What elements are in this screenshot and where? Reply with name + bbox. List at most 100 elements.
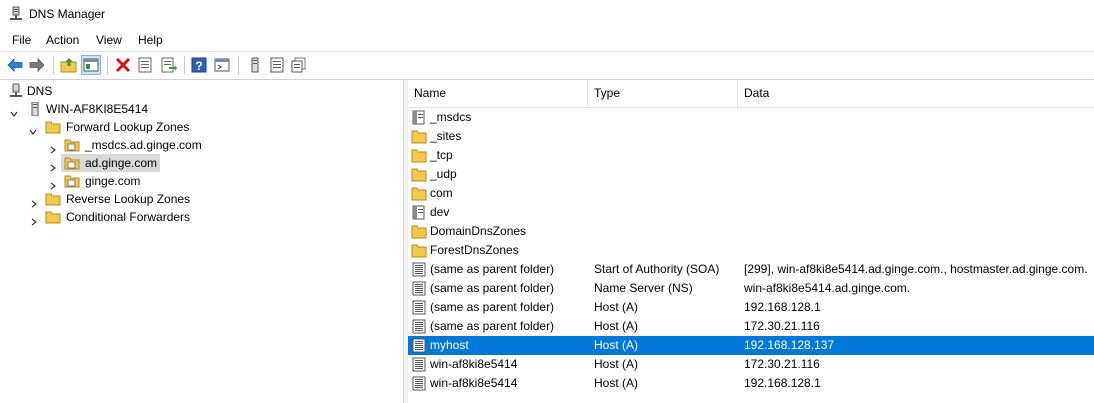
table-row[interactable]: (same as parent folder) Host (A) 192.168.1… [408, 298, 1094, 317]
up-folder-icon[interactable] [60, 56, 78, 74]
list-icon[interactable] [268, 56, 286, 74]
zone-icon [64, 174, 80, 188]
menu-bar: File Action View Help [0, 30, 1094, 50]
window-title: DNS Manager [29, 7, 106, 21]
cell-name: (same as parent folder) [430, 262, 555, 276]
collapsed-chevron-icon[interactable] [30, 195, 37, 208]
folder-icon [411, 243, 427, 258]
record-icon [411, 376, 427, 391]
cell-name: com [430, 186, 453, 200]
column-header-type[interactable]: Type [588, 80, 738, 107]
menu-file[interactable]: File [12, 33, 31, 47]
table-row[interactable]: _udp [408, 165, 1094, 184]
cell-name: _tcp [430, 148, 453, 162]
zone-icon [64, 138, 80, 152]
table-row[interactable]: ForestDnsZones [408, 241, 1094, 260]
console-icon[interactable] [213, 56, 231, 74]
record-icon [411, 338, 427, 353]
table-row[interactable]: (same as parent folder) Name Server (NS) w… [408, 279, 1094, 298]
collapsed-chevron-icon[interactable] [49, 159, 56, 172]
cell-name: myhost [430, 338, 469, 352]
cell-data: win-af8ki8e5414.ad.ginge.com. [744, 281, 911, 295]
menu-help[interactable]: Help [138, 33, 163, 47]
help-icon[interactable]: ? [190, 56, 208, 74]
cell-data: 192.168.128.1 [744, 300, 821, 314]
tree-label-conditional-forwarders: Conditional Forwarders [66, 210, 191, 224]
tree-node-zone-ginge-com[interactable]: ginge.com [0, 172, 400, 190]
table-row[interactable]: com [408, 184, 1094, 203]
cell-data: 192.168.128.137 [744, 338, 835, 352]
table-row-selected[interactable]: myhost Host (A) 192.168.128.137 [408, 336, 1094, 355]
cell-data: 192.168.128.1 [744, 376, 821, 390]
record-icon [411, 262, 427, 277]
table-row[interactable]: (same as parent folder) Start of Authorit… [408, 260, 1094, 279]
cell-type: Start of Authority (SOA) [594, 262, 720, 276]
cell-name: win-af8ki8e5414 [430, 376, 518, 390]
cell-data: 172.30.21.116 [744, 357, 820, 371]
properties-icon[interactable] [136, 56, 154, 74]
records-list: Name Type Data _msdcs _sites _tcp _udpcom de… [408, 80, 1094, 403]
delete-icon[interactable] [114, 56, 132, 74]
cell-data: [299], win-af8ki8e5414.ad.ginge.com., ho… [744, 262, 1088, 276]
dns-app-icon [9, 6, 23, 22]
folder-icon [411, 129, 427, 144]
server-icon[interactable] [246, 56, 264, 74]
cell-name: _udp [430, 167, 457, 181]
table-row[interactable]: win-af8ki8e5414 Host (A) 172.30.21.116 [408, 355, 1094, 374]
cell-type: Host (A) [594, 300, 639, 314]
tree-node-dns[interactable]: DNS [0, 82, 400, 100]
toolbar: ? [0, 51, 1094, 80]
show-hide-tree-icon[interactable] [81, 55, 101, 75]
toolbar-separator [53, 56, 54, 74]
tree-node-reverse-lookup-zones[interactable]: Reverse Lookup Zones [0, 190, 400, 208]
record-icon [411, 300, 427, 315]
tree-node-zone-msdcs[interactable]: _msdcs.ad.ginge.com [0, 136, 400, 154]
delegation-icon [411, 110, 427, 125]
folder-icon [411, 186, 427, 201]
menu-action[interactable]: Action [46, 33, 79, 47]
table-row[interactable]: win-af8ki8e5414 Host (A) 192.168.128.1 [408, 374, 1094, 393]
tree-node-conditional-forwarders[interactable]: Conditional Forwarders [0, 208, 400, 226]
record-icon [411, 319, 427, 334]
table-row[interactable]: DomainDnsZones [408, 222, 1094, 241]
table-row[interactable]: _sites [408, 127, 1094, 146]
collapsed-chevron-icon[interactable] [49, 177, 56, 190]
column-header-name[interactable]: Name [408, 80, 588, 107]
table-row[interactable]: (same as parent folder) Host (A) 172.30.21… [408, 317, 1094, 336]
cell-name: DomainDnsZones [430, 224, 527, 238]
dns-root-icon [9, 83, 25, 97]
export-list-icon[interactable] [160, 56, 178, 74]
toolbar-separator [107, 56, 108, 74]
tree-node-server[interactable]: WIN-AF8KI8E5414 [0, 100, 400, 118]
toolbar-separator [238, 56, 239, 74]
collapsed-chevron-icon[interactable] [30, 213, 37, 226]
cell-type: Name Server (NS) [594, 281, 693, 295]
delegation-icon [411, 205, 427, 220]
back-icon[interactable] [6, 56, 24, 74]
folder-icon [411, 224, 427, 239]
cell-name: dev [430, 205, 450, 219]
toolbar-separator [184, 56, 185, 74]
navigation-tree: DNS WIN-AF8KI8E5414 Forward Lookup Zones… [0, 80, 404, 403]
menu-view[interactable]: View [96, 33, 122, 47]
list-header: Name Type Data [408, 80, 1094, 108]
collapsed-chevron-icon[interactable] [49, 141, 56, 154]
record-icon [411, 281, 427, 296]
table-row[interactable]: dev [408, 203, 1094, 222]
tree-label-forward-lookup-zones: Forward Lookup Zones [66, 120, 190, 134]
tree-node-forward-lookup-zones[interactable]: Forward Lookup Zones [0, 118, 400, 136]
table-row[interactable]: _tcp [408, 146, 1094, 165]
tree-node-zone-ad-ginge-com[interactable]: ad.ginge.com [0, 154, 400, 172]
copy-icon[interactable] [290, 56, 308, 74]
cell-type: Host (A) [594, 319, 639, 333]
cell-name: (same as parent folder) [430, 300, 555, 314]
expanded-chevron-icon[interactable] [29, 123, 37, 135]
cell-name: (same as parent folder) [430, 319, 555, 333]
cell-name: win-af8ki8e5414 [430, 357, 518, 371]
table-row[interactable]: _msdcs [408, 108, 1094, 127]
expanded-chevron-icon[interactable] [10, 105, 18, 117]
tree-label-server: WIN-AF8KI8E5414 [46, 102, 149, 116]
forward-icon[interactable] [28, 56, 46, 74]
column-header-data[interactable]: Data [738, 80, 1094, 107]
cell-data: 172.30.21.116 [744, 319, 820, 333]
